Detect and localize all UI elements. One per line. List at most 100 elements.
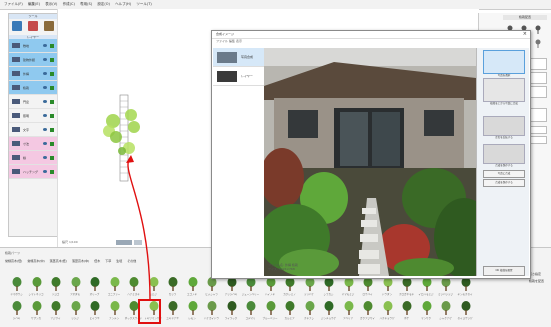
plant-part[interactable]: クチナシ — [300, 300, 319, 323]
visibility-icon[interactable] — [43, 72, 47, 75]
plant-part[interactable]: シラカシ — [319, 276, 338, 299]
save-composite-button[interactable]: 合成を保存する — [483, 179, 525, 187]
checkbox-icon[interactable] — [50, 71, 54, 76]
layer-row[interactable]: 外構 — [9, 67, 57, 81]
plant-part[interactable]: エゴノキ — [183, 276, 202, 299]
layer-row[interactable]: 寸法 — [9, 137, 57, 151]
plant-part[interactable]: ヒメシャラ — [202, 276, 221, 299]
plant-part[interactable]: シャクナゲ — [436, 300, 455, 323]
menu-help[interactable]: ヘルプ(H) — [115, 0, 131, 9]
tab-hedge[interactable]: 生垣 — [116, 259, 122, 263]
layer-row[interactable]: 文字 — [9, 123, 57, 137]
plant-part[interactable]: カクレミノ — [280, 276, 299, 299]
height-option[interactable]: 高さ指定 — [529, 272, 551, 276]
plant-part[interactable]: カルミア — [280, 300, 299, 323]
tab-shrub[interactable]: 低木 — [94, 259, 100, 263]
plant-part[interactable]: ジューンベリー — [241, 276, 260, 299]
plant-part[interactable]: ブルーベリー — [261, 300, 280, 323]
tab-evergreen-mid[interactable]: 常緑高木(中) — [27, 259, 44, 263]
checkbox-icon[interactable] — [50, 113, 54, 118]
plant-part[interactable]: コデマリ — [241, 300, 260, 323]
overlay-thumb[interactable]: 植栽を上から写真に合成 — [483, 78, 525, 105]
plant-part[interactable]: イロハモミジ — [417, 276, 436, 299]
mode-layer[interactable]: レイヤー — [213, 67, 265, 86]
plant-part[interactable]: ハナミズキ — [124, 276, 143, 299]
checkbox-icon[interactable] — [50, 169, 54, 174]
place-plant-option[interactable]: 植栽を配置 — [529, 279, 551, 283]
plant-part[interactable]: ボケ — [397, 300, 416, 323]
plant-part[interactable]: アオダモ — [66, 276, 85, 299]
tab-other[interactable]: その他 — [127, 259, 136, 263]
plant-part[interactable]: ハナカイドウ — [202, 300, 221, 323]
plant-part[interactable]: コニファー — [105, 276, 124, 299]
delete-tool-icon[interactable] — [28, 21, 38, 31]
visibility-icon[interactable] — [43, 86, 47, 89]
plant-part[interactable]: ドウダン — [378, 276, 397, 299]
plant-part[interactable]: モミジ — [144, 276, 163, 299]
plant-part[interactable]: オリーブ — [85, 276, 104, 299]
tab-evergreen-low[interactable]: 常緑高木(低) — [5, 259, 22, 263]
zoom-button[interactable] — [134, 240, 142, 245]
plant-part[interactable]: ナツツバキ — [222, 276, 241, 299]
visibility-icon[interactable] — [43, 142, 47, 145]
plant-part[interactable]: シマトネリコ — [27, 276, 46, 299]
menu-view[interactable]: 表示(V) — [45, 0, 57, 9]
plant-part[interactable]: ツバキ — [7, 300, 26, 323]
layer-row[interactable]: 植栽 — [9, 81, 57, 95]
layer-row[interactable]: 門扉 — [9, 95, 57, 109]
menu-create[interactable]: 作成(C) — [63, 0, 75, 9]
plant-part[interactable]: カツラ — [163, 276, 182, 299]
flip-thumb[interactable]: 左右を反転する — [483, 116, 525, 139]
menu-settings[interactable]: 設定(O) — [97, 0, 110, 9]
plant-part[interactable]: ガクアジサイ — [358, 300, 377, 323]
plant-part[interactable]: レモン — [183, 300, 202, 323]
pin-icon[interactable] — [535, 39, 541, 48]
visibility-icon[interactable] — [43, 170, 47, 173]
plant-part[interactable]: ハクチョウゲ — [378, 300, 397, 323]
plant-part[interactable]: ジンチョウゲ — [319, 300, 338, 323]
checkbox-icon[interactable] — [50, 85, 54, 90]
plant-part[interactable]: アジサイ — [46, 300, 65, 323]
plant-part[interactable]: キンモクセイ — [456, 276, 475, 299]
mode-photo-composite[interactable]: 写真合成 — [213, 48, 265, 67]
menu-edit[interactable]: 編集(E) — [28, 0, 40, 9]
menu-special[interactable]: 専用(S) — [80, 0, 92, 9]
tab-groundcover[interactable]: 下草 — [105, 259, 111, 263]
plant-part[interactable]: アベリア — [339, 300, 358, 323]
layer-row[interactable]: 建物外観 — [9, 53, 57, 67]
plant-part[interactable]: ヒイラギ — [85, 300, 104, 323]
menu-tools[interactable]: ツール(T) — [136, 0, 151, 9]
visibility-icon[interactable] — [43, 114, 47, 117]
plant-part[interactable]: ヤマボウシ — [7, 276, 26, 299]
composite-photo[interactable] — [264, 48, 476, 276]
plant-part[interactable]: ロウバイ — [358, 276, 377, 299]
layer-row[interactable]: 敷地 — [9, 39, 57, 53]
visibility-icon[interactable] — [43, 100, 47, 103]
layer-row[interactable]: 線 — [9, 151, 57, 165]
layer-row[interactable]: ハッチング — [9, 165, 57, 179]
tab-deciduous-low[interactable]: 落葉高木(低) — [50, 259, 67, 263]
composite-button[interactable]: 写真に合成 — [483, 170, 525, 178]
visibility-icon[interactable] — [43, 58, 47, 61]
plant-part[interactable]: サザンカ — [27, 300, 46, 323]
menu-file[interactable]: ファイル(F) — [4, 0, 23, 9]
plant-part[interactable]: ハイノキ — [261, 276, 280, 299]
dialog-menu-edit[interactable]: 編集 — [229, 39, 235, 43]
checkbox-icon[interactable] — [50, 127, 54, 132]
checkbox-icon[interactable] — [50, 141, 54, 146]
plant-part[interactable]: ヤマモミジ — [339, 276, 358, 299]
pin-icon[interactable] — [535, 25, 541, 34]
plant-part[interactable]: クロガネモチ — [397, 276, 416, 299]
ok-button[interactable]: OK 植栽を配置 — [483, 266, 525, 276]
layer-row[interactable]: 照明 — [9, 109, 57, 123]
dialog-menu-view[interactable]: 表示 — [236, 39, 242, 43]
save-thumb[interactable]: 合成を保存する — [483, 144, 525, 167]
visibility-icon[interactable] — [43, 44, 47, 47]
checkbox-icon[interactable] — [50, 155, 54, 160]
plant-part[interactable]: ソヨゴ — [46, 276, 65, 299]
plant-part[interactable]: セイヨウツゲ — [456, 300, 475, 323]
plant-part[interactable]: ユキヤナギ — [163, 300, 182, 323]
visibility-icon[interactable] — [43, 156, 47, 159]
plant-part[interactable]: ツツジ — [66, 300, 85, 323]
eraser-tool-icon[interactable] — [44, 21, 54, 31]
